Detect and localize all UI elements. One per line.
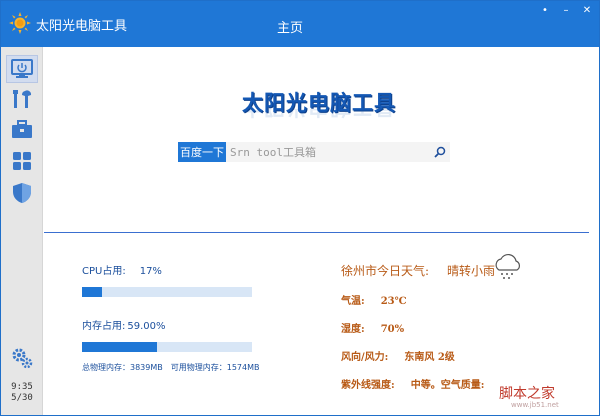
app-name: 太阳光电脑工具	[36, 19, 128, 34]
uv-label: 紫外线强度:	[341, 380, 395, 391]
weather-condition: 晴转小雨	[447, 264, 496, 278]
weather-temperature: 气温: 23℃	[341, 292, 581, 307]
title-bar[interactable]: 太阳光电脑工具 主页 • – ✕	[1, 1, 599, 47]
hero-title-reflection: 太阳光电脑工具	[234, 109, 404, 123]
sidebar-item-toolbox[interactable]	[6, 115, 38, 143]
cpu-usage-value: 17%	[139, 266, 162, 277]
temperature-label: 气温:	[341, 296, 365, 307]
clock: 9:35 5/30	[5, 382, 39, 404]
weather-city: 徐州市今日天气:	[341, 264, 430, 278]
shield-icon	[13, 183, 31, 203]
clock-date: 5/30	[11, 393, 33, 403]
menu-dot-button[interactable]: •	[539, 6, 551, 16]
apps-grid-icon	[13, 152, 31, 170]
clock-time: 9:35	[11, 382, 33, 392]
available-memory: 可用物理内存：1574MB	[170, 363, 260, 372]
memory-usage-value: 59.00%	[127, 321, 166, 332]
memory-label-text: 内存占用:	[82, 321, 126, 332]
close-button[interactable]: ✕	[581, 6, 593, 16]
wind-label: 风向/风力:	[341, 352, 389, 363]
memory-usage-label: 内存占用: 59.00%	[82, 317, 262, 332]
cloud-rain-icon	[495, 253, 520, 279]
main-panel: 太阳光电脑工具 太阳光电脑工具 百度一下 CPU占用:17% 内存占用:5	[44, 47, 599, 415]
tools-icon	[13, 90, 32, 108]
window-controls: • – ✕	[539, 6, 593, 16]
sidebar-item-security[interactable]	[6, 179, 38, 207]
humidity-value: 70%	[380, 324, 405, 335]
humidity-label: 湿度:	[341, 324, 365, 335]
toolbox-icon	[12, 120, 32, 138]
system-stats: CPU占用: 17% 内存占用: 59.00% 总物理内存：3839MB 可用物理内存…	[82, 262, 262, 373]
uv-value: 中等。空气质量:	[410, 380, 485, 391]
weather-humidity: 湿度: 70%	[341, 320, 581, 335]
cpu-usage-label: CPU占用: 17%	[82, 262, 262, 277]
sidebar-item-tools[interactable]	[6, 85, 38, 113]
baidu-search-button[interactable]: 百度一下	[178, 142, 226, 162]
section-divider	[44, 232, 589, 233]
sun-logo-icon	[9, 12, 31, 34]
weather-panel: 徐州市今日天气: 晴转小雨 气温: 23℃ 湿度: 70% 风向/风力: 东南风 2级 …	[341, 253, 581, 391]
cpu-label-text: CPU占用:	[82, 266, 126, 277]
total-memory: 总物理内存：3839MB	[82, 363, 163, 372]
wind-value: 东南风 2级	[404, 352, 455, 363]
monitor-home-icon	[11, 59, 33, 78]
page-title: 主页	[277, 21, 304, 36]
gears-icon[interactable]	[11, 347, 33, 369]
hero-title-block: 太阳光电脑工具 太阳光电脑工具	[234, 87, 404, 123]
app-window: 太阳光电脑工具 主页 • – ✕ 9:35 5/30 太阳光电脑工具 百度一下 …	[0, 0, 600, 416]
minimize-button[interactable]: –	[560, 6, 572, 16]
weather-city-line: 徐州市今日天气: 晴转小雨	[341, 262, 581, 279]
search-input[interactable]	[226, 142, 450, 162]
search-icon[interactable]	[434, 146, 446, 158]
cpu-usage-bar	[82, 287, 252, 297]
cpu-usage-bar-fill	[82, 287, 103, 297]
memory-usage-bar	[82, 342, 252, 352]
search-bar: 百度一下	[178, 142, 450, 162]
memory-detail: 总物理内存：3839MB 可用物理内存：1574MB	[82, 362, 262, 373]
weather-wind: 风向/风力: 东南风 2级	[341, 348, 581, 363]
sidebar: 9:35 5/30	[1, 47, 43, 415]
memory-usage-bar-fill	[82, 342, 157, 352]
temperature-value: 23℃	[380, 296, 407, 307]
site-watermark-url: www.jb51.net	[511, 401, 559, 409]
hero-section: 太阳光电脑工具 太阳光电脑工具 百度一下	[44, 47, 599, 232]
sidebar-item-apps[interactable]	[6, 147, 38, 175]
sidebar-item-home[interactable]	[6, 55, 38, 83]
site-watermark: 脚本之家	[499, 386, 555, 402]
